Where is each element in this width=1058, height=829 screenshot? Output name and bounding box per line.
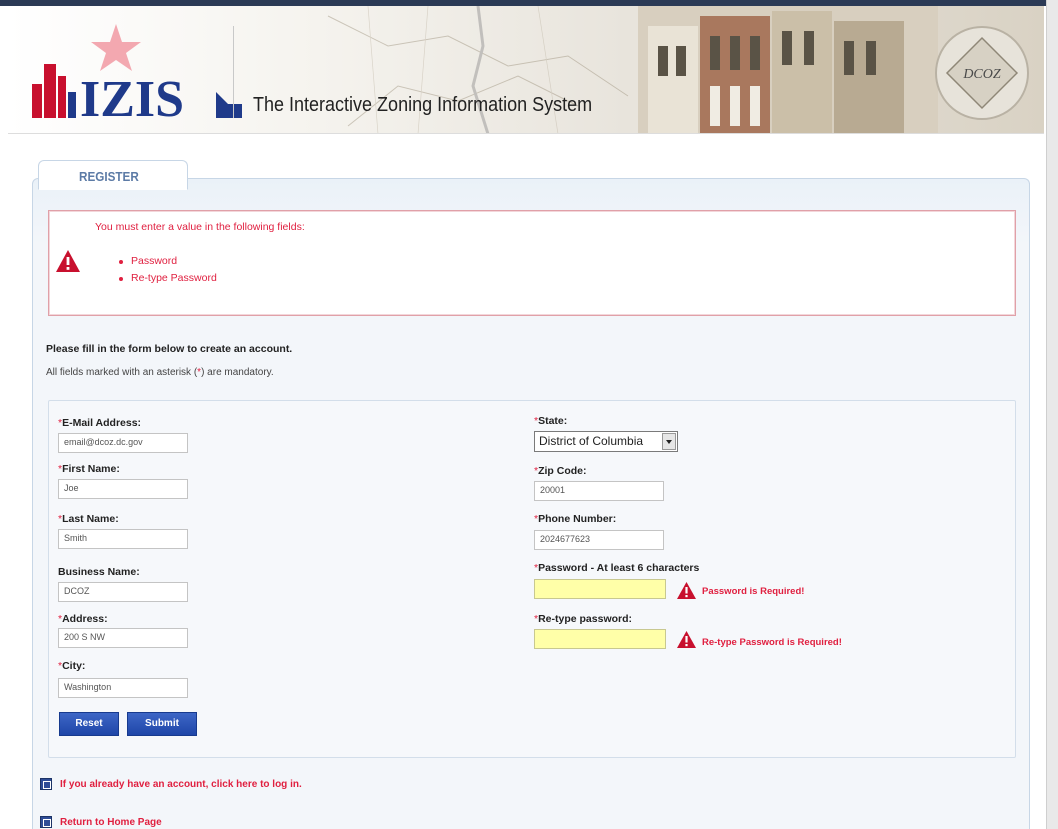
validation-summary-title: You must enter a value in the following …: [95, 221, 305, 233]
zip-field[interactable]: 20001: [534, 481, 664, 501]
city-label: *City:: [58, 660, 86, 672]
last-name-field[interactable]: Smith: [58, 529, 188, 549]
tab-register[interactable]: REGISTER: [38, 160, 188, 190]
home-icon: [40, 816, 52, 828]
window-scrollbar[interactable]: [1046, 0, 1058, 829]
password-label: *Password - At least 6 characters: [534, 562, 700, 574]
first-name-field[interactable]: Joe: [58, 479, 188, 499]
reset-button[interactable]: Reset: [59, 712, 119, 736]
state-label: *State:: [534, 415, 568, 427]
login-link-text[interactable]: If you already have an account, click he…: [60, 779, 302, 790]
email-field[interactable]: email@dcoz.dc.gov: [58, 433, 188, 453]
home-link[interactable]: Return to Home Page: [40, 816, 340, 829]
site-title: The Interactive Zoning Information Syste…: [253, 94, 593, 116]
retype-password-field[interactable]: [534, 629, 666, 649]
address-label: *Address:: [58, 613, 108, 625]
validation-summary: You must enter a value in the following …: [48, 210, 1016, 316]
svg-text:IZIS: IZIS: [80, 71, 184, 122]
state-select[interactable]: District of Columbia: [534, 431, 678, 452]
warning-icon: [677, 582, 696, 599]
zip-label: *Zip Code:: [534, 465, 587, 477]
warning-icon: [677, 631, 696, 648]
state-select-value: District of Columbia: [539, 434, 644, 448]
city-field[interactable]: Washington: [58, 678, 188, 698]
site-header: IZIS The Interactive Zoning Information …: [8, 6, 1044, 134]
first-name-label: *First Name:: [58, 463, 120, 475]
last-name-label: *Last Name:: [58, 513, 119, 525]
svg-text:DCOZ: DCOZ: [962, 67, 1001, 82]
phone-label: *Phone Number:: [534, 513, 617, 525]
business-name-label: Business Name:: [58, 566, 140, 578]
dcoz-seal: DCOZ: [935, 26, 1029, 120]
tab-register-label: REGISTER: [79, 169, 139, 184]
list-item: Password: [119, 253, 217, 270]
validation-summary-list: Password Re-type Password: [119, 253, 217, 287]
list-item: Re-type Password: [119, 270, 217, 287]
submit-button[interactable]: Submit: [127, 712, 197, 736]
retype-password-label: *Re-type password:: [534, 613, 633, 625]
password-error: Password is Required!: [702, 586, 805, 597]
login-icon: [40, 778, 52, 790]
phone-field[interactable]: 2024677623: [534, 530, 664, 550]
izis-logo: IZIS: [32, 24, 242, 122]
chevron-down-icon[interactable]: [662, 433, 676, 450]
home-link-text[interactable]: Return to Home Page: [60, 817, 162, 828]
address-field[interactable]: 200 S NW: [58, 628, 188, 648]
email-label: *E-Mail Address:: [58, 417, 142, 429]
mandatory-note: All fields marked with an asterisk (*) a…: [46, 367, 274, 378]
retype-password-error: Re-type Password is Required!: [702, 637, 842, 648]
warning-icon: [56, 250, 80, 272]
password-field[interactable]: [534, 579, 666, 599]
login-link[interactable]: If you already have an account, click he…: [40, 778, 440, 793]
registration-form: [48, 400, 1016, 758]
header-divider: [233, 26, 234, 118]
rowhouse-image: [638, 6, 938, 133]
form-intro: Please fill in the form below to create …: [46, 343, 293, 355]
business-name-field[interactable]: DCOZ: [58, 582, 188, 602]
